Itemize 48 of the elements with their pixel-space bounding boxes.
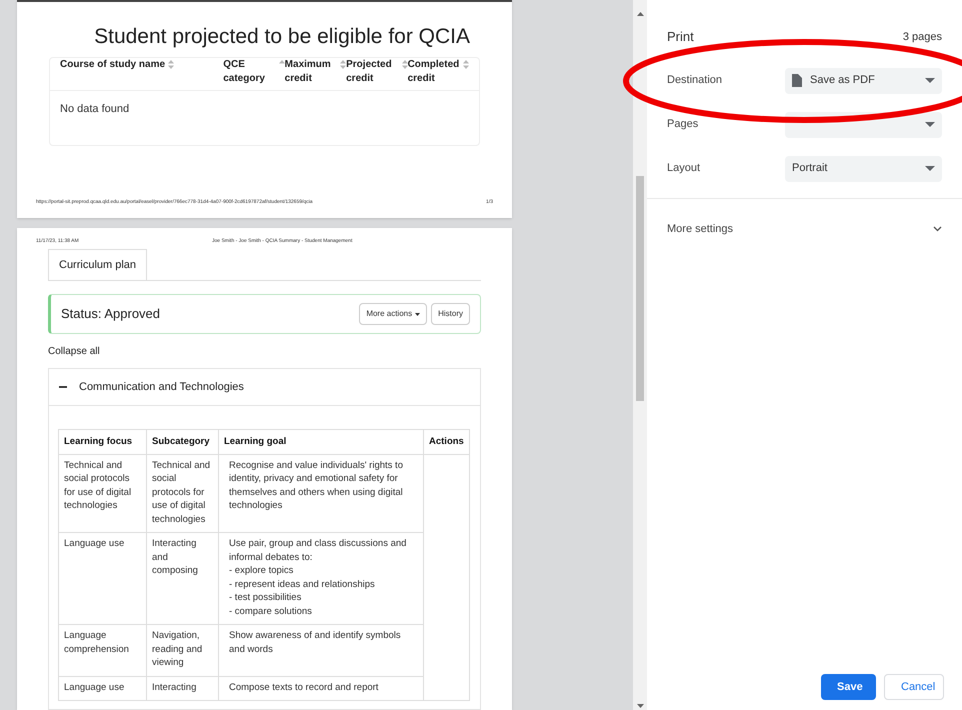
empty-message: No data found bbox=[59, 102, 130, 117]
status-text: Status: Approved bbox=[61, 305, 160, 324]
table-cell: Interacting bbox=[146, 676, 218, 700]
caret-icon bbox=[415, 312, 420, 316]
table-cell: Language use bbox=[58, 532, 146, 624]
column-header[interactable]: Completed credit bbox=[408, 58, 460, 86]
column-header[interactable]: QCE category bbox=[223, 58, 276, 86]
save-button[interactable]: Save bbox=[821, 674, 876, 700]
scroll-up-icon[interactable] bbox=[636, 12, 644, 16]
column-header: Subcategory bbox=[146, 430, 218, 454]
column-header: Actions bbox=[424, 430, 470, 454]
column-header: Learning goal bbox=[218, 430, 424, 454]
table-cell: Language comprehension bbox=[58, 624, 146, 676]
dropdown-caret-icon bbox=[925, 122, 935, 127]
table-cell: Interacting and composing bbox=[146, 532, 218, 624]
column-header[interactable]: Maximum credit bbox=[284, 58, 338, 86]
cancel-button[interactable]: Cancel bbox=[884, 674, 944, 700]
table-cell: Technical and social protocols for use of digital technologies bbox=[58, 454, 146, 532]
section-title[interactable]: Communication and Technologies bbox=[79, 378, 244, 396]
scroll-down-icon[interactable] bbox=[636, 704, 644, 708]
dropdown-caret-icon bbox=[925, 78, 935, 83]
table-cell: Navigation, reading and viewing bbox=[146, 624, 218, 676]
table-cell: Recognise and value individuals' rights to identity, privacy and emotional safety for themselves and others when using digital technologies bbox=[218, 454, 424, 532]
report-heading: Student projected to be eligible for QCIA bbox=[93, 24, 471, 47]
document-icon bbox=[792, 74, 802, 87]
history-button[interactable]: History bbox=[431, 303, 470, 325]
more-actions-button[interactable]: More actions bbox=[359, 303, 428, 325]
table-cell: Language use bbox=[58, 676, 146, 700]
chevron-icon bbox=[933, 226, 942, 232]
print-title: Print bbox=[667, 28, 694, 46]
column-header[interactable]: Course of study name bbox=[60, 58, 166, 86]
more-settings-toggle[interactable]: More settings bbox=[647, 220, 962, 237]
minus-icon[interactable] bbox=[59, 383, 67, 391]
setting-dropdown[interactable]: Save as PDF bbox=[785, 68, 942, 94]
setting-dropdown[interactable]: Portrait bbox=[785, 156, 942, 182]
column-header: Learning focus bbox=[58, 430, 146, 454]
setting-label: Destination bbox=[667, 73, 724, 88]
dropdown-value: Save as PDF bbox=[810, 73, 875, 88]
dropdown-value: Portrait bbox=[792, 161, 828, 176]
setting-label: Pages bbox=[667, 117, 700, 132]
table-cell: Technical and social protocols for use of digital technologies bbox=[146, 454, 218, 532]
collapse-all-link[interactable]: Collapse all bbox=[48, 344, 481, 359]
setting-label: Layout bbox=[667, 161, 702, 176]
scrollbar-thumb[interactable] bbox=[636, 176, 644, 401]
tab[interactable]: Curriculum plan bbox=[48, 248, 148, 280]
column-header[interactable]: Projected credit bbox=[346, 58, 399, 86]
page-count: 3 pages bbox=[902, 30, 942, 44]
dropdown-caret-icon bbox=[925, 166, 935, 171]
